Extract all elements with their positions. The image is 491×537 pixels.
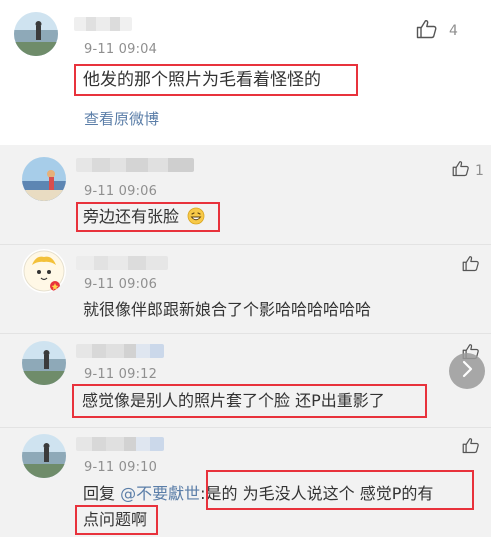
thumbs-up-icon (452, 160, 470, 181)
avatar[interactable] (22, 249, 66, 293)
main-comment: 9-11 09:04 他发的那个照片为毛看着怪怪的 4 查看原微博 (0, 0, 491, 145)
reply-text: 旁边还有张脸 (83, 207, 205, 230)
divider (0, 244, 491, 245)
username-blurred[interactable] (76, 158, 194, 172)
username-blurred[interactable] (76, 344, 164, 358)
like-button[interactable] (462, 255, 480, 276)
reply-time: 9-11 09:06 (84, 184, 158, 199)
highlight-box (206, 470, 474, 510)
reply-time: 9-11 09:12 (84, 367, 158, 382)
like-button[interactable]: 4 (416, 19, 458, 43)
thumbs-up-icon (462, 255, 480, 276)
reply-text: 感觉像是别人的照片套了个脸 还P出重影了 (82, 391, 385, 410)
mention-link[interactable]: @不要獻世 (120, 484, 200, 503)
reply-prefix: 回复 (83, 484, 116, 503)
reply-text-content: 旁边还有张脸 (83, 207, 180, 226)
reply-text: 就很像伴郎跟新娘合了个影哈哈哈哈哈哈 (83, 300, 372, 319)
highlight-box (75, 505, 158, 535)
avatar[interactable] (22, 157, 66, 201)
next-button[interactable] (449, 353, 485, 389)
view-original-link[interactable]: 查看原微博 (84, 108, 159, 129)
chevron-right-icon (460, 360, 474, 382)
grinning-face-emoji (187, 207, 205, 230)
divider (0, 427, 491, 428)
avatar[interactable] (14, 12, 58, 56)
comment-text: 他发的那个照片为毛看着怪怪的 (83, 70, 321, 90)
thumbs-up-icon (462, 437, 480, 458)
avatar[interactable] (22, 341, 66, 385)
reply-time: 9-11 09:10 (84, 460, 158, 475)
like-button[interactable] (462, 437, 480, 458)
comment-time: 9-11 09:04 (84, 42, 158, 57)
like-button[interactable]: 1 (452, 160, 484, 181)
avatar[interactable] (22, 434, 66, 478)
username-blurred[interactable] (74, 17, 132, 31)
like-count: 1 (475, 162, 484, 179)
reply-time: 9-11 09:06 (84, 277, 158, 292)
divider (0, 333, 491, 334)
username-blurred[interactable] (76, 437, 164, 451)
username-blurred[interactable] (76, 256, 168, 270)
like-count: 4 (449, 23, 458, 39)
thumbs-up-icon (416, 19, 438, 43)
